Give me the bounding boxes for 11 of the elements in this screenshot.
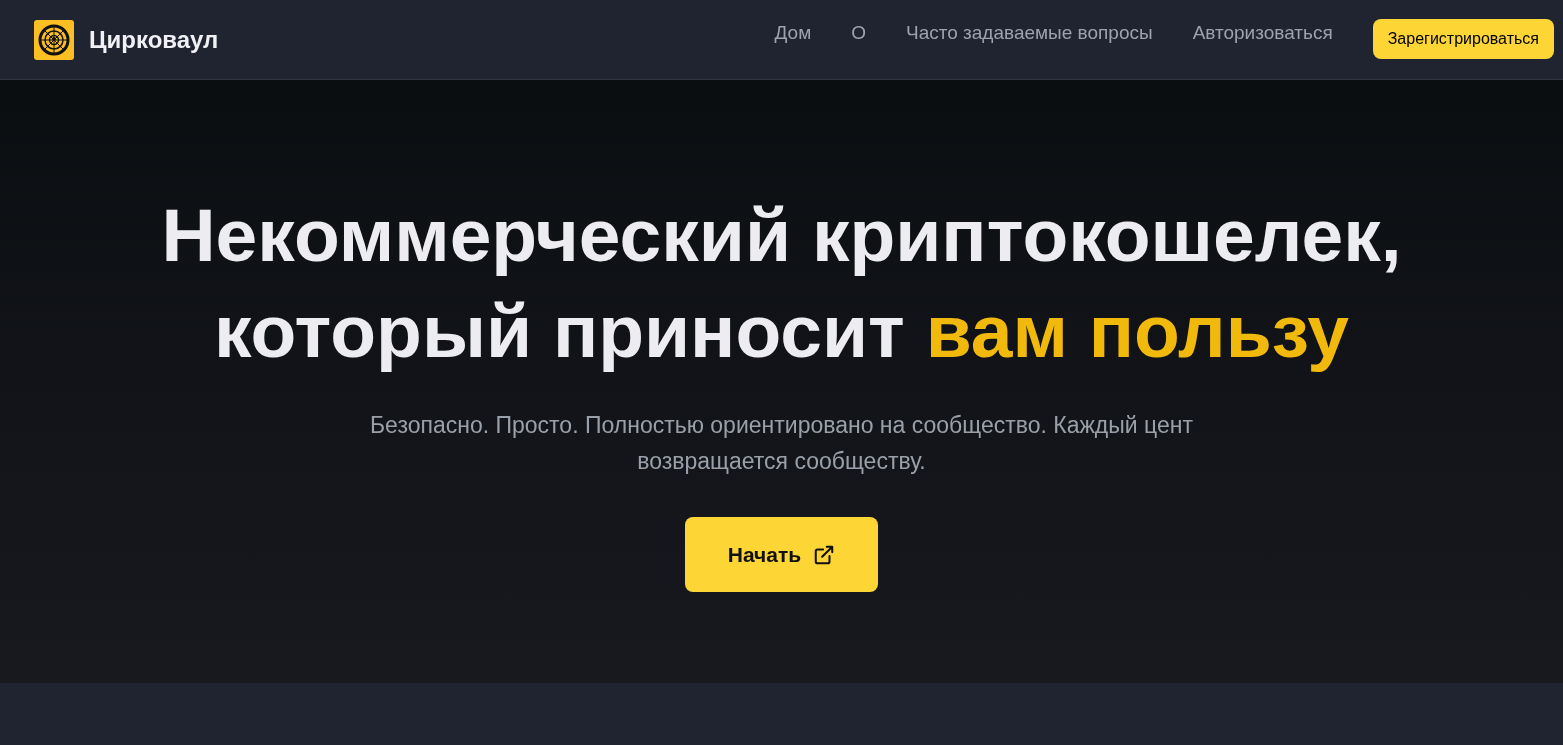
logo-icon [34,19,74,60]
nav-link[interactable]: Часто задаваемые вопросы [906,21,1153,44]
external-link-icon [813,543,836,566]
brand-name[interactable]: Цирковаул [89,25,219,54]
start-button[interactable]: Начать [685,517,878,592]
headline: Некоммерческий криптокошелек, который приносит вам пользу [161,192,1402,375]
nav-link[interactable]: Дом [774,21,812,44]
nav-link[interactable]: О [851,21,866,44]
nav-link[interactable]: Авторизоваться [1192,21,1333,44]
signup-button[interactable]: Зарегистрироваться [1372,18,1554,59]
subtitle: Безопасно. Просто. Полностью ориентировано на сообщество. Каждый цент возвращается сообществу. [369,411,1194,476]
